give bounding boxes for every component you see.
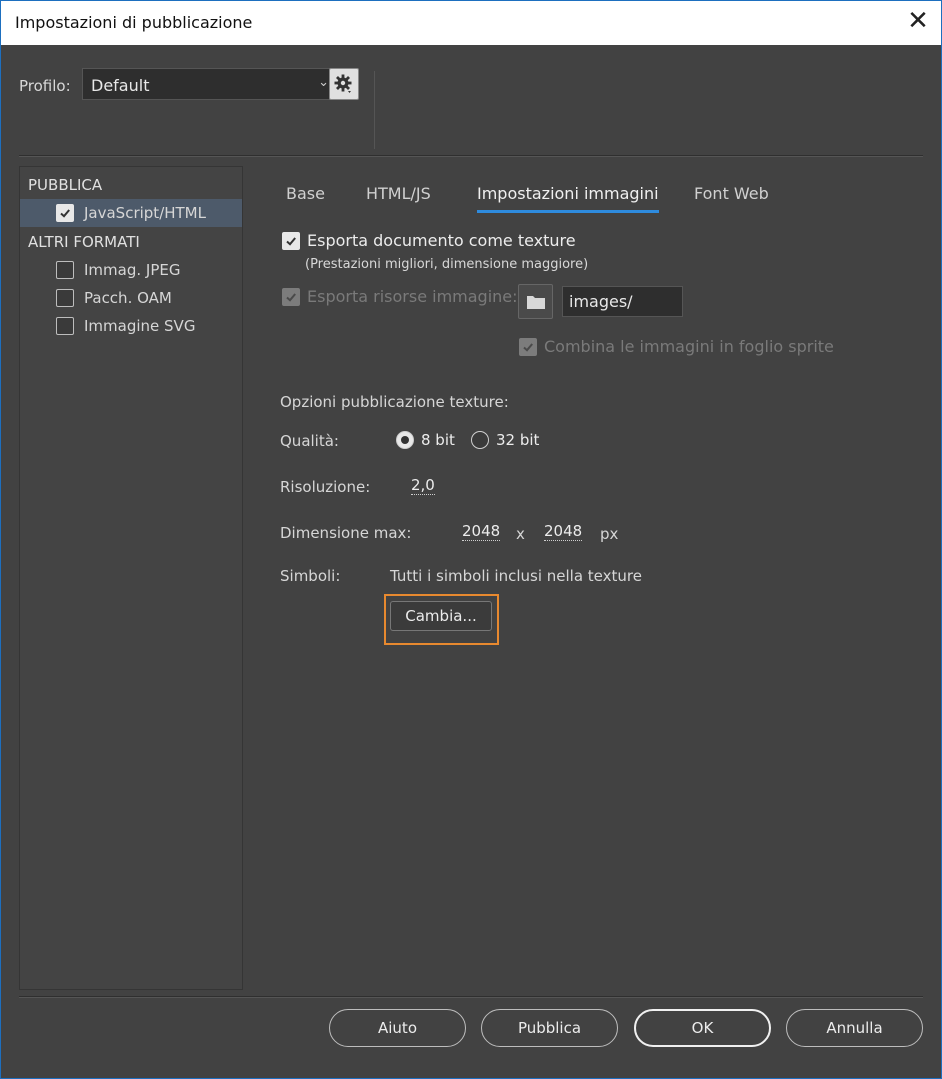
export-assets-option[interactable]: Esporta risorse immagine:: [282, 287, 518, 309]
ok-button[interactable]: OK: [634, 1009, 771, 1047]
quality-8bit-radio[interactable]: 8 bit: [396, 431, 455, 449]
size-unit: px: [600, 525, 619, 543]
resolution-label: Risoluzione:: [280, 478, 371, 496]
format-sidebar: PUBBLICA JavaScript/HTML ALTRI FORMATI I…: [19, 166, 243, 990]
title-bar: Impostazioni di pubblicazione ✕: [1, 1, 941, 45]
resolution-value[interactable]: 2,0: [411, 476, 435, 495]
cancel-button[interactable]: Annulla: [786, 1009, 923, 1047]
sidebar-item-label: JavaScript/HTML: [84, 204, 206, 222]
profile-options-button[interactable]: [329, 68, 359, 100]
folder-icon: [526, 295, 545, 309]
tab-html-js[interactable]: HTML/JS: [366, 184, 431, 203]
sidebar-item-javascript-html[interactable]: JavaScript/HTML: [20, 199, 242, 227]
javascript-html-checkbox[interactable]: [56, 204, 74, 222]
export-texture-checkbox[interactable]: [282, 232, 300, 250]
chevron-down-icon: ⌄: [318, 75, 329, 90]
checkmark-icon: [286, 293, 296, 302]
oam-checkbox[interactable]: [56, 289, 74, 307]
publish-settings-dialog: Impostazioni di pubblicazione ✕ Profilo:…: [0, 0, 942, 1079]
sidebar-item-label: Pacch. OAM: [84, 289, 172, 307]
tab-web-fonts[interactable]: Font Web: [694, 184, 769, 203]
sidebar-item-oam[interactable]: Pacch. OAM: [20, 284, 242, 312]
publish-button[interactable]: Pubblica: [481, 1009, 618, 1047]
export-assets-checkbox[interactable]: [282, 288, 300, 306]
tab-base[interactable]: Base: [286, 184, 325, 203]
dialog-title: Impostazioni di pubblicazione: [15, 13, 253, 32]
close-icon[interactable]: ✕: [903, 7, 933, 37]
profile-label: Profilo:: [19, 77, 71, 95]
sprite-sheet-checkbox[interactable]: [519, 338, 537, 356]
quality-label: Qualità:: [280, 432, 339, 450]
quality-32bit-radio[interactable]: 32 bit: [471, 431, 539, 449]
toolbar-divider: [374, 71, 375, 149]
help-button[interactable]: Aiuto: [329, 1009, 466, 1047]
section-other-formats: ALTRI FORMATI: [28, 233, 140, 251]
times-sign: x: [516, 525, 525, 543]
sidebar-item-label: Immag. JPEG: [84, 261, 181, 279]
radio-selected-icon: [396, 431, 414, 449]
quality-8bit-label: 8 bit: [421, 431, 455, 449]
profile-select[interactable]: Default ⌄: [82, 68, 338, 100]
sidebar-item-svg[interactable]: Immagine SVG: [20, 312, 242, 340]
checkmark-icon: [286, 237, 296, 246]
sprite-sheet-option[interactable]: Combina le immagini in foglio sprite: [519, 337, 834, 359]
max-size-label: Dimensione max:: [280, 524, 412, 542]
footer-divider: [19, 996, 923, 998]
change-button[interactable]: Cambia...: [390, 601, 492, 631]
checkmark-icon: [523, 343, 533, 352]
assets-path-input[interactable]: [562, 286, 683, 317]
browse-folder-button[interactable]: [518, 284, 553, 319]
quality-32bit-label: 32 bit: [496, 431, 540, 449]
jpeg-checkbox[interactable]: [56, 261, 74, 279]
profile-value: Default: [91, 76, 150, 95]
checkmark-icon: [60, 209, 70, 218]
sidebar-item-jpeg[interactable]: Immag. JPEG: [20, 256, 242, 284]
texture-options-heading: Opzioni pubblicazione texture:: [280, 393, 509, 411]
radio-unselected-icon: [471, 431, 489, 449]
export-texture-label: Esporta documento come texture: [307, 231, 576, 250]
symbols-label: Simboli:: [280, 567, 341, 585]
max-height-value[interactable]: 2048: [544, 522, 583, 541]
max-width-value[interactable]: 2048: [462, 522, 501, 541]
sprite-sheet-label: Combina le immagini in foglio sprite: [544, 337, 834, 356]
top-divider: [19, 155, 923, 157]
gear-icon: [334, 74, 352, 93]
svg-checkbox[interactable]: [56, 317, 74, 335]
section-publish: PUBBLICA: [28, 176, 103, 194]
export-texture-option[interactable]: Esporta documento come texture: [282, 231, 582, 253]
sidebar-item-label: Immagine SVG: [84, 317, 196, 335]
symbols-value: Tutti i simboli inclusi nella texture: [390, 567, 642, 585]
export-texture-note: (Prestazioni migliori, dimensione maggio…: [305, 257, 589, 272]
tab-image-settings[interactable]: Impostazioni immagini: [477, 184, 659, 213]
export-assets-label: Esporta risorse immagine:: [307, 287, 518, 306]
